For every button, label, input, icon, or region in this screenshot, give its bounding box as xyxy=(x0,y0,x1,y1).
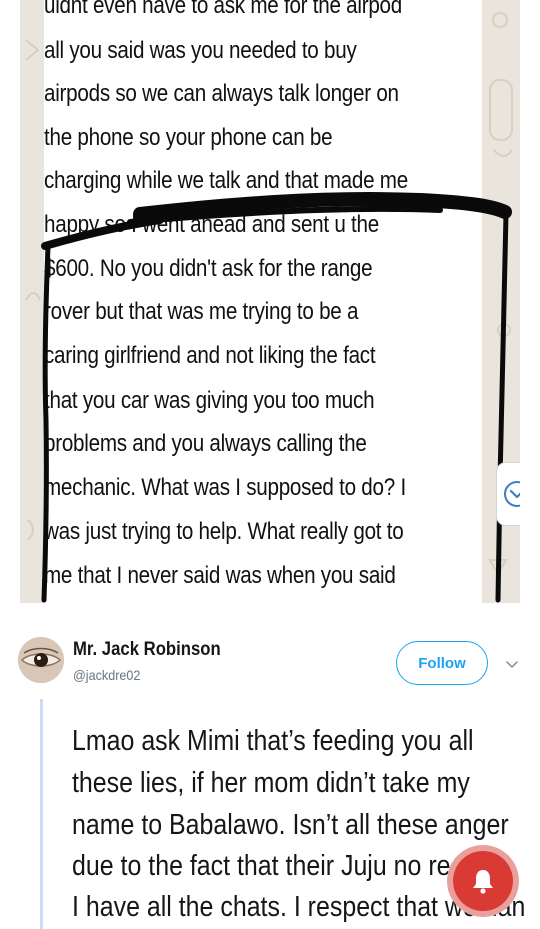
display-name[interactable]: Mr. Jack Robinson xyxy=(73,639,221,661)
chat-message-line: happy so I went ahead and sent u the xyxy=(44,211,379,238)
chevron-down-icon[interactable] xyxy=(505,657,519,671)
tweet-text-line: name to Babalawo. Isn’t all these anger xyxy=(72,809,509,841)
chat-message-line: rover but that was me trying to be a xyxy=(44,298,359,325)
scroll-down-button[interactable] xyxy=(496,462,520,526)
chat-message-line: all you said was you needed to buy xyxy=(44,37,357,64)
thread-line xyxy=(40,699,43,929)
tweet-text-line: due to the fact that their Juju no rea xyxy=(72,850,465,882)
tweet: Mr. Jack Robinson @jackdre02 Follow Lmao… xyxy=(0,603,540,929)
chat-message-line: problems and you always calling the xyxy=(44,430,367,457)
chat-message-line: me that I never said was when you said xyxy=(44,562,396,589)
chat-message-line: airpods so we can always talk longer on xyxy=(44,80,399,107)
chat-message-bubble: uidnt even nave to ask me for the airpod… xyxy=(44,0,482,603)
notification-button[interactable] xyxy=(453,851,513,911)
chat-message-line: caring girlfriend and not liking the fac… xyxy=(44,342,376,369)
chevron-down-icon xyxy=(504,481,520,507)
tweet-text-line: these lies, if her mom didn’t take my xyxy=(72,767,470,799)
avatar[interactable] xyxy=(18,637,64,683)
chat-message-line: that you car was giving you too much xyxy=(44,387,375,414)
chat-message-line: charging while we talk and that made me xyxy=(44,167,408,194)
chat-message-line: uidnt even nave to ask me for the airpod xyxy=(44,0,402,19)
chat-screenshot: uidnt even nave to ask me for the airpod… xyxy=(20,0,520,603)
tweet-text-line: Lmao ask Mimi that’s feeding you all xyxy=(72,725,474,757)
chat-message-line: was just trying to help. What really got… xyxy=(44,518,404,545)
chat-message-line: $600. No you didn't ask for the range xyxy=(44,255,373,282)
chat-message-line: mechanic. What was I supposed to do? I xyxy=(44,474,406,501)
chat-message-line: the phone so your phone can be xyxy=(44,124,333,151)
user-handle[interactable]: @jackdre02 xyxy=(73,667,140,683)
bell-icon xyxy=(473,870,493,894)
follow-button[interactable]: Follow xyxy=(396,641,488,685)
